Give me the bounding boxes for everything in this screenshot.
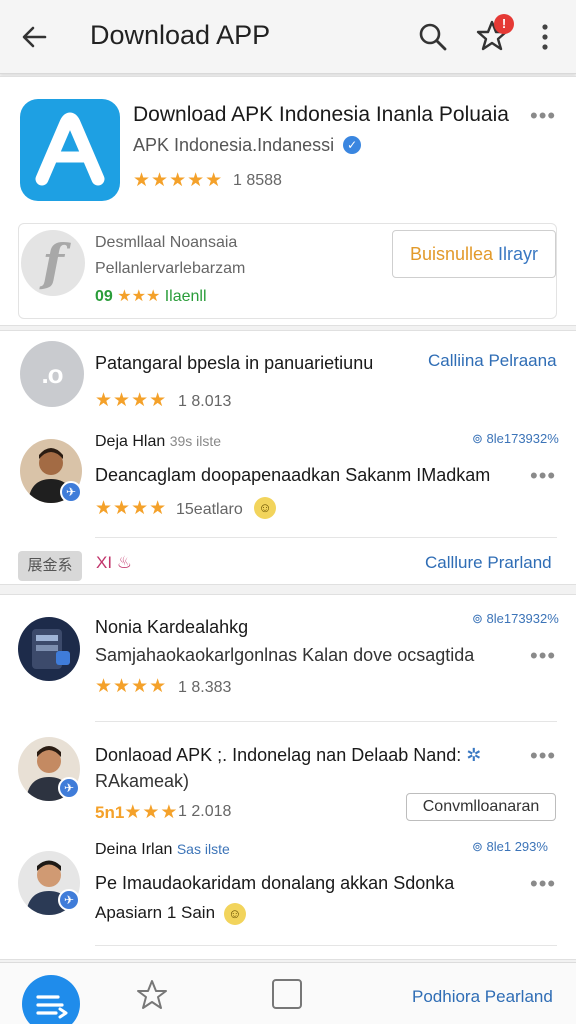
square-tab-icon[interactable] [272, 979, 302, 1009]
pepper-icon: ♨ [116, 553, 133, 572]
verified-badge-icon: ✈ [60, 481, 82, 503]
divider [95, 721, 557, 722]
promo-line-2: Pellanlervarlebarzam [95, 260, 246, 277]
back-arrow-icon[interactable] [16, 18, 54, 56]
section-footer-link[interactable]: Calllure Prarland [425, 553, 552, 573]
list-item-title[interactable]: Nonia Kardealahkg [95, 617, 248, 638]
section-rating-count: 1 8.013 [178, 393, 232, 410]
post-stat: ⊚ 8le1 293% [472, 839, 548, 854]
more-horiz-icon[interactable]: ••• [530, 645, 558, 667]
featured-app-card[interactable]: Download APK Indonesia Inanla Poluaia ••… [0, 76, 576, 326]
more-vert-icon[interactable] [530, 18, 560, 56]
post-stat: ⊚ 8le173932% [472, 431, 559, 446]
list-item-action-button[interactable]: Convmlloanaran [406, 793, 556, 821]
post-rating-count: 15eatlaro [176, 501, 243, 518]
post-text[interactable]: Pe Imaudaokaridam donalang akkan Sdonka [95, 873, 454, 894]
divider [95, 537, 557, 538]
list-arrow-icon [36, 995, 68, 1019]
more-horiz-icon[interactable]: ••• [530, 873, 558, 895]
list-item-rating-count: 1 2.018 [178, 803, 232, 820]
promo-app-icon: f [21, 230, 85, 296]
more-horiz-icon[interactable]: ••• [530, 745, 558, 767]
list-item-text[interactable]: Samjahaokaokarlgonlnas Kalan dove ocsagt… [95, 645, 474, 666]
list-item-thumbnail[interactable] [18, 617, 80, 681]
menu-fab-button[interactable] [22, 975, 80, 1024]
page-title: Download APP [90, 20, 271, 50]
app-list-card: Nonia Kardealahkg ⊚ 8le173932% Samjahaok… [0, 594, 576, 960]
post-author[interactable]: Deja Hlan 39s ilste [95, 433, 221, 451]
emoji-icon: ☺ [223, 903, 246, 925]
post-subtext: Apasiarn 1 Sain ☺ [95, 903, 246, 925]
publisher-name: APK Indonesia.Indanessi ✓ [133, 135, 362, 156]
tag-text: XI ♨ [96, 553, 133, 572]
promo-line-1: Desmllaal Noansaia [95, 234, 238, 251]
section-link[interactable]: Calliina Pelraana [428, 351, 557, 371]
list-item-rating-stars: ★★★★ [95, 676, 168, 697]
post-text[interactable]: Deancaglam doopapenaadkan Sakanm IMadkam [95, 465, 490, 486]
post-rating-stars: ★★★★ [95, 498, 168, 519]
emoji-icon: ☺ [254, 497, 276, 519]
review-section-card: .o Patangaral bpesla in panuarietiunu Ca… [0, 330, 576, 585]
settings-icon: ✲ [466, 745, 482, 765]
bottom-navigation: Podhiora Pearland [0, 962, 576, 1024]
star-tab-icon[interactable] [134, 977, 170, 1013]
verified-badge-icon: ✈ [58, 889, 80, 911]
search-icon[interactable] [414, 18, 452, 56]
list-item-subtitle: RAkameak) [95, 771, 190, 791]
list-item-rating: 5n1★★★ [95, 802, 179, 823]
promo-rating: 09 ★★★ Ilaenll [95, 288, 207, 305]
rating-count: 1 8588 [233, 172, 282, 189]
list-item-title[interactable]: Donlaoad APK ;. Indonelag nan Delaab Nan… [95, 745, 481, 766]
app-title[interactable]: Download APK Indonesia Inanla Poluaia [133, 103, 509, 127]
app-bar: Download APP ! [0, 0, 576, 74]
list-item-rating-count: 1 8.383 [178, 679, 232, 696]
divider [95, 945, 557, 946]
bottom-link[interactable]: Podhiora Pearland [412, 987, 553, 1007]
promo-action-button[interactable]: Buisnullea Ilrayr [392, 230, 556, 278]
post-author[interactable]: Deina Irlan Sas ilste [95, 841, 230, 859]
verified-icon: ✓ [343, 136, 362, 154]
verified-badge-icon: ✈ [58, 777, 80, 799]
more-horiz-icon[interactable]: ••• [530, 465, 558, 487]
promo-banner[interactable]: f Desmllaal Noansaia Pellanlervarlebarza… [18, 223, 557, 319]
section-rating-stars: ★★★★ [95, 390, 168, 411]
more-horiz-icon[interactable]: ••• [530, 105, 558, 127]
section-app-icon: .o [20, 341, 84, 407]
list-item-stat: ⊚ 8le173932% [472, 611, 559, 626]
app-logo-icon[interactable] [20, 99, 120, 201]
section-title[interactable]: Patangaral bpesla in panuarietiunu [95, 353, 373, 374]
notification-badge: ! [494, 14, 514, 34]
rating-stars: ★★★★★ [133, 170, 224, 191]
tag-chip[interactable]: 展金系 [18, 551, 82, 581]
